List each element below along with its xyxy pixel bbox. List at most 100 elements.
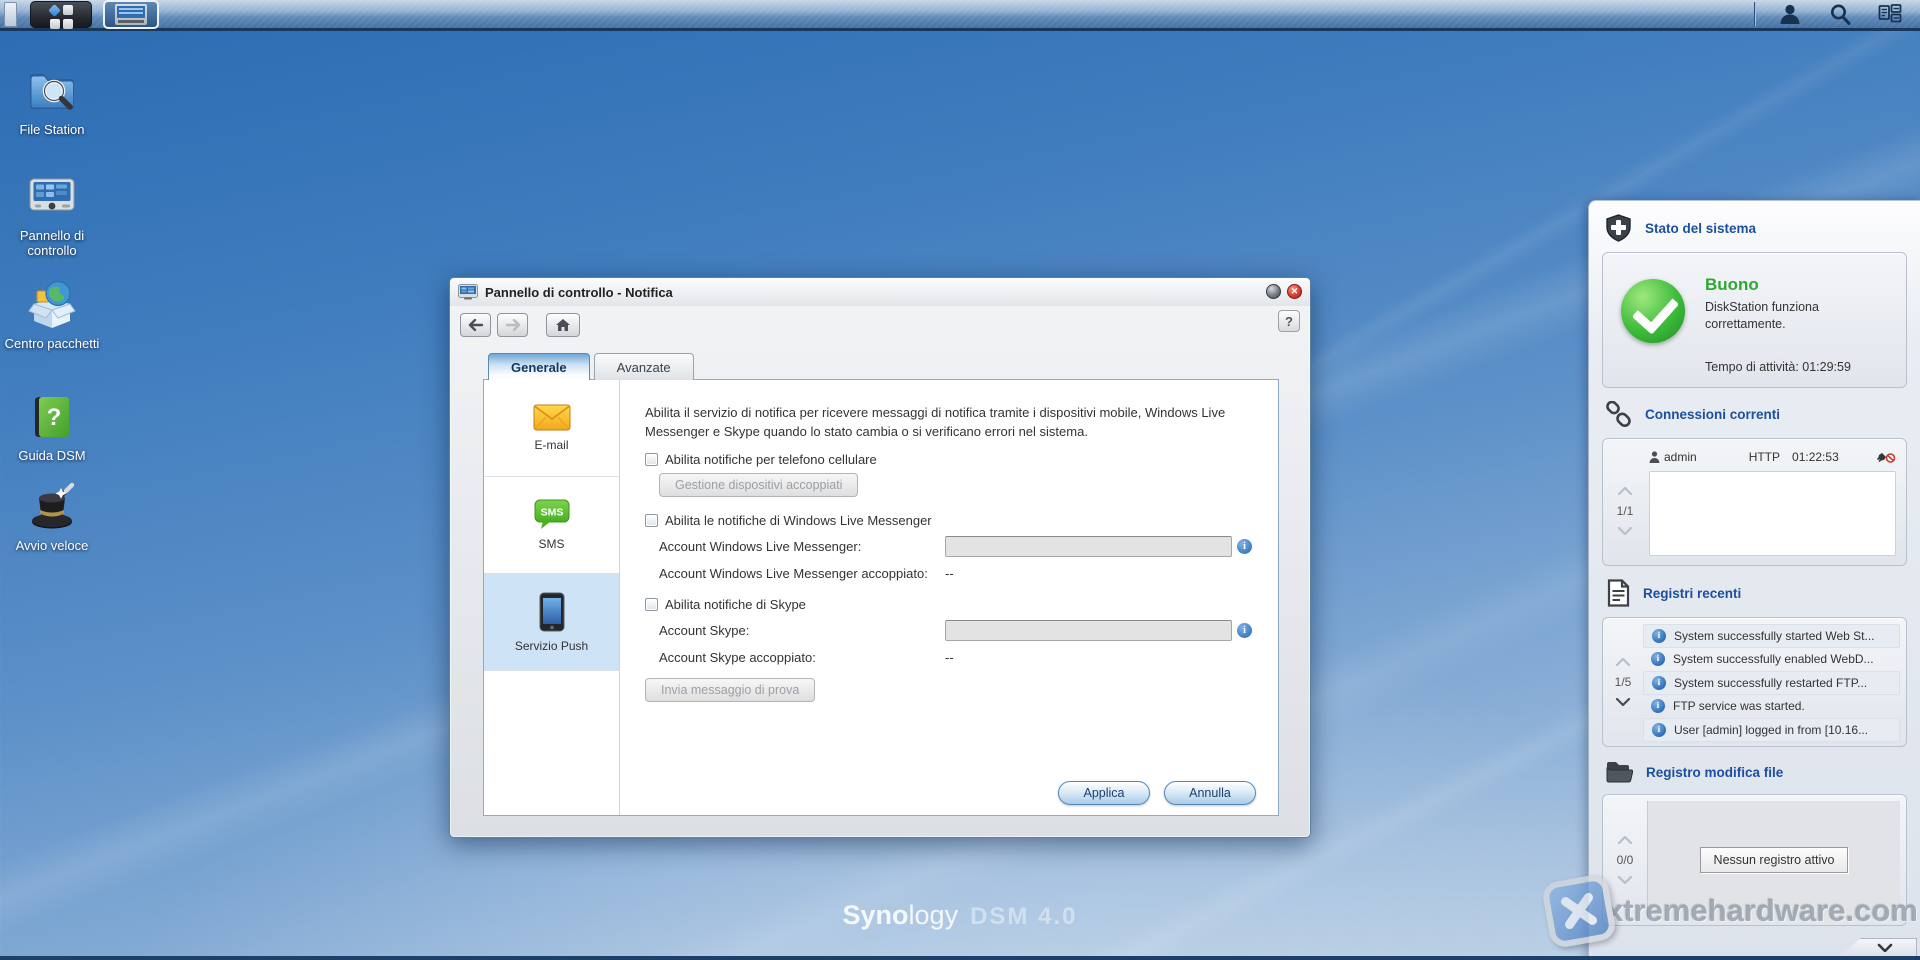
connections-box: admin HTTP 01:22:53 1/1 (1602, 438, 1907, 566)
checkbox-row-wlm: Abilita le notifiche di Windows Live Mes… (645, 513, 1252, 528)
info-icon: i (1652, 629, 1666, 643)
window-titlebar[interactable]: Pannello di controllo - Notifica ✕ (450, 278, 1310, 306)
desktop-icon-dsm-help[interactable]: ? Guida DSM (0, 390, 104, 463)
dsm-help-icon: ? (25, 390, 79, 444)
field-label: Account Windows Live Messenger accoppiat… (659, 563, 945, 583)
apply-button[interactable]: Applica (1058, 781, 1150, 805)
file-station-icon (25, 64, 79, 118)
wlm-account-input[interactable] (945, 536, 1232, 557)
field-label: Account Skype accoppiato: (659, 647, 945, 667)
logo-text-light: logy (909, 900, 959, 930)
info-icon[interactable]: i (1237, 623, 1252, 638)
tab-generale[interactable]: Generale (488, 353, 590, 380)
control-panel-thumbnail-icon (115, 4, 147, 25)
wlm-notifications-checkbox[interactable] (645, 514, 658, 527)
pager-up-icon[interactable] (1618, 487, 1632, 495)
main-menu-button[interactable] (30, 1, 92, 28)
paired-account-value: -- (945, 647, 954, 665)
pager-down-icon[interactable] (1618, 876, 1632, 884)
pager-up-icon[interactable] (1618, 836, 1632, 844)
window-toolbar: ? (450, 306, 1310, 344)
connection-user: admin (1649, 450, 1697, 464)
home-icon (555, 318, 571, 332)
taskbar (0, 0, 1920, 31)
pager-down-icon[interactable] (1616, 698, 1630, 706)
menu-square-icon (50, 19, 60, 29)
desktop-icon-label: File Station (0, 122, 104, 137)
desktop-icon-package-center[interactable]: Centro pacchetti (0, 278, 104, 351)
back-button[interactable] (460, 313, 491, 337)
show-desktop-button[interactable] (4, 2, 17, 27)
connections-list-area (1649, 471, 1896, 556)
control-panel-icon (25, 170, 79, 224)
pilot-view-icon[interactable] (1878, 2, 1902, 26)
home-button[interactable] (546, 313, 580, 337)
screen-bottom-edge (0, 956, 1920, 960)
user-icon[interactable] (1778, 2, 1802, 26)
tab-content: E-mail SMS SMS Servizio Push (483, 379, 1279, 816)
sidebar-item-label: SMS (538, 537, 564, 551)
forward-arrow-icon (505, 319, 521, 331)
wlm-account-row: Account Windows Live Messenger: i (659, 536, 1252, 557)
pager-down-icon[interactable] (1618, 527, 1632, 535)
wlm-paired-row: Account Windows Live Messenger accoppiat… (659, 563, 1252, 583)
menu-square-icon (63, 19, 73, 29)
minimize-button[interactable] (1266, 284, 1281, 299)
skype-notifications-checkbox[interactable] (645, 598, 658, 611)
file-change-log-box: 0/0 Nessun registro attivo (1602, 794, 1907, 926)
info-icon: i (1651, 699, 1665, 713)
dsm-version-text: DSM 4.0 (970, 903, 1077, 930)
widget-panel: Stato del sistema Buono DiskStation funz… (1588, 200, 1920, 960)
log-row[interactable]: iUser [admin] logged in from [10.16... (1643, 718, 1900, 742)
log-row[interactable]: iSystem successfully enabled WebD... (1643, 648, 1900, 672)
log-row[interactable]: iSystem successfully restarted FTP... (1643, 671, 1900, 695)
widget-title: Registro modifica file (1646, 765, 1783, 780)
folder-icon (1605, 760, 1633, 784)
desktop-icon-quick-start[interactable]: Avvio veloce (0, 480, 104, 553)
checkbox-label: Abilita notifiche di Skype (665, 597, 806, 612)
system-status-header: Stato del sistema (1589, 201, 1920, 250)
window-title: Pannello di controllo - Notifica (485, 285, 673, 300)
skype-paired-row: Account Skype accoppiato: -- (659, 647, 1252, 667)
info-icon: i (1651, 652, 1665, 666)
pager-label: 0/0 (1617, 853, 1634, 867)
desktop-icon-control-panel[interactable]: Pannello di controllo (0, 170, 104, 259)
phone-notifications-checkbox[interactable] (645, 453, 658, 466)
panel-collapse-button[interactable] (1839, 938, 1917, 957)
close-button[interactable]: ✕ (1287, 284, 1302, 299)
desktop-icon-label: Guida DSM (0, 448, 104, 463)
system-status-box: Buono DiskStation funziona correttamente… (1602, 252, 1907, 388)
cancel-button[interactable]: Annulla (1164, 781, 1256, 805)
uptime-text: Tempo di attività: 01:29:59 (1705, 360, 1851, 374)
search-icon[interactable] (1828, 2, 1852, 26)
file-log-pager: 0/0 (1603, 803, 1647, 917)
chevron-down-icon (1877, 943, 1893, 952)
pager-up-icon[interactable] (1616, 658, 1630, 666)
logo-text-bold: Syno (843, 900, 909, 930)
disconnect-icon[interactable] (1876, 449, 1896, 466)
sidebar-item-label: Servizio Push (515, 639, 588, 653)
skype-account-input[interactable] (945, 620, 1232, 641)
log-row[interactable]: iSystem successfully started Web St... (1643, 624, 1900, 648)
sidebar-item-email[interactable]: E-mail (484, 380, 619, 477)
manage-paired-devices-button[interactable]: Gestione dispositivi accoppiati (659, 473, 858, 497)
desktop-icon-label: Avvio veloce (0, 538, 104, 553)
log-row[interactable]: iFTP service was started. (1643, 695, 1900, 719)
status-message: DiskStation funziona correttamente. (1705, 299, 1885, 333)
tab-strip: Generale Avanzate (488, 353, 698, 380)
tab-avanzate[interactable]: Avanzate (594, 353, 694, 380)
form-footer-buttons: Applica Annulla (1058, 781, 1256, 805)
forward-button[interactable] (497, 313, 528, 337)
info-icon[interactable]: i (1237, 539, 1252, 554)
taskbar-window-button-control-panel[interactable] (103, 0, 159, 29)
info-icon: i (1652, 676, 1666, 690)
send-test-message-button[interactable]: Invia messaggio di prova (645, 678, 815, 702)
chain-link-icon (1605, 401, 1632, 428)
widget-title: Stato del sistema (1645, 221, 1756, 236)
desktop-icon-file-station[interactable]: File Station (0, 64, 104, 137)
desktop-icon-label: Pannello di controllo (0, 228, 104, 259)
status-ok-icon (1621, 279, 1685, 343)
help-button[interactable]: ? (1278, 310, 1300, 332)
sidebar-item-push-service[interactable]: Servizio Push (484, 574, 619, 671)
sidebar-item-sms[interactable]: SMS SMS (484, 477, 619, 574)
